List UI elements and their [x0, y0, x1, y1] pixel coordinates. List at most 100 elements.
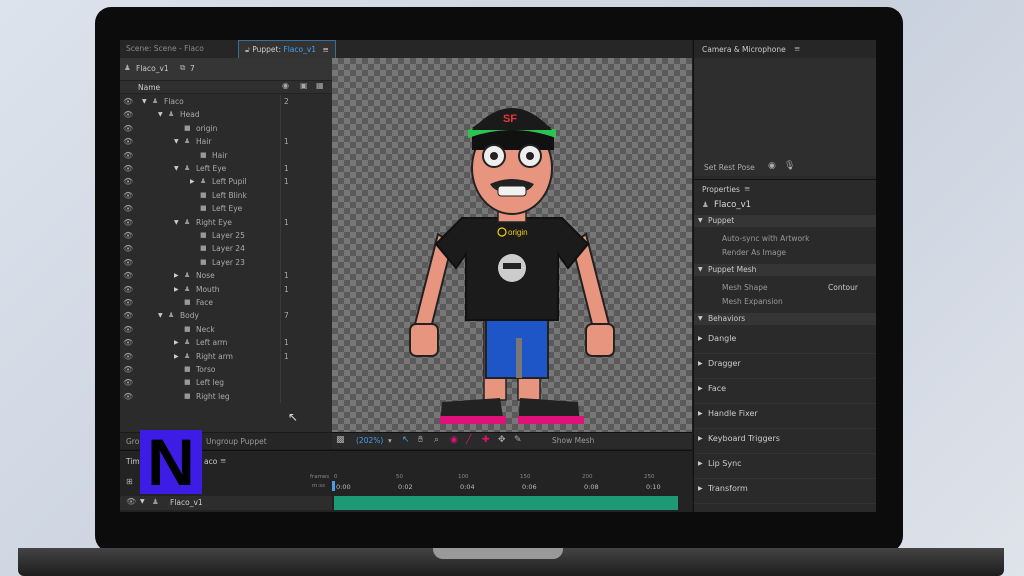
layer-row[interactable]: 👁︎ ▶ ♟ Nose 1 [120, 269, 332, 283]
layer-row[interactable]: 👁︎ ■ Layer 24 [120, 242, 332, 256]
visibility-eye-icon[interactable]: 👁︎ [123, 336, 133, 349]
puppet-canvas[interactable]: SF origin [332, 58, 692, 432]
visibility-eye-icon[interactable]: 👁︎ [123, 323, 133, 336]
visibility-eye-icon[interactable]: 👁︎ [123, 216, 133, 229]
layer-row[interactable]: 👁︎ ▶ ♟ Left arm 1 [120, 336, 332, 350]
show-mesh-toggle[interactable]: Show Mesh [552, 436, 594, 445]
properties-menu-icon[interactable]: ≡ [744, 184, 750, 193]
behavior-item[interactable]: ▶ Transform [694, 479, 876, 504]
visibility-eye-icon[interactable]: 👁︎ [123, 309, 133, 322]
layer-row[interactable]: 👁︎ ■ Right leg [120, 389, 332, 404]
set-rest-pose-button[interactable]: Set Rest Pose [704, 163, 755, 172]
expand-down-icon[interactable]: ▼ [158, 309, 163, 322]
origin-column-icon[interactable]: ◉ [282, 81, 289, 90]
playhead[interactable] [332, 481, 335, 491]
layer-row[interactable]: 👁︎ ■ Hair [120, 148, 332, 162]
expand-right-icon[interactable]: ▶ [174, 350, 179, 363]
layer-row[interactable]: 👁︎ ■ Left leg [120, 376, 332, 390]
section-behaviors[interactable]: ▼ Behaviors [694, 313, 876, 325]
layer-row[interactable]: 👁︎ ▶ ♟ Mouth 1 [120, 282, 332, 296]
visibility-eye-icon[interactable]: 👁︎ [123, 122, 133, 135]
behavior-item[interactable]: ▶ Handle Fixer [694, 404, 876, 429]
visibility-eye-icon[interactable]: 👁︎ [123, 242, 133, 255]
hand-tool-icon[interactable]: ✋︎ [418, 435, 423, 445]
layer-row[interactable]: 👁︎ ■ Layer 25 [120, 229, 332, 243]
checkerboard-toggle-icon[interactable]: ▩ [336, 435, 345, 445]
layer-row[interactable]: 👁︎ ■ origin [120, 121, 332, 136]
visibility-eye-icon[interactable]: 👁︎ [123, 202, 133, 215]
tab-scene[interactable]: Scene: Scene - Flaco [120, 40, 210, 58]
visibility-eye-icon[interactable]: 👁︎ [123, 256, 133, 269]
zoom-dropdown-icon[interactable]: ▾ [388, 436, 392, 445]
layer-row[interactable]: 👁︎ ■ Left Eye [120, 202, 332, 216]
section-puppet[interactable]: ▼ Puppet [694, 215, 876, 227]
behavior-item[interactable]: ▶ Dangle [694, 329, 876, 354]
timeline-menu-icon[interactable]: ≡ [220, 456, 226, 465]
pin-tool-icon[interactable]: ✚ [482, 435, 490, 445]
behavior-item[interactable]: ▶ Face [694, 379, 876, 404]
microphone-icon[interactable]: 🎙︎ [784, 161, 795, 171]
expand-down-icon[interactable]: ▼ [142, 95, 147, 108]
expand-right-icon[interactable]: ▶ [174, 269, 179, 282]
mesh-shape-select[interactable]: Contour [828, 283, 858, 292]
visibility-eye-icon[interactable]: 👁︎ [123, 269, 133, 282]
layer-row[interactable]: 👁︎ ▼ ♟ Right Eye 1 [120, 215, 332, 229]
track-visibility-icon[interactable]: 👁︎ [126, 497, 136, 506]
visibility-eye-icon[interactable]: 👁︎ [123, 283, 133, 296]
visibility-eye-icon[interactable]: 👁︎ [123, 350, 133, 363]
layer-row[interactable]: 👁︎ ▶ ♟ Right arm 1 [120, 349, 332, 363]
visibility-eye-icon[interactable]: 👁︎ [123, 108, 133, 121]
expand-down-icon[interactable]: ▼ [174, 216, 179, 229]
expand-right-icon[interactable]: ▶ [190, 175, 195, 188]
visibility-eye-icon[interactable]: 👁︎ [123, 390, 133, 403]
visibility-eye-icon[interactable]: 👁︎ [123, 376, 133, 389]
group-button[interactable]: Gro [126, 437, 139, 446]
visibility-eye-icon[interactable]: 👁︎ [123, 162, 133, 175]
panel-menu-icon[interactable]: ≡ [322, 45, 328, 54]
track-expand-icon[interactable]: ▼ [140, 498, 145, 505]
render-as-image-option[interactable]: Render As Image [722, 248, 786, 257]
layer-row[interactable]: 👁︎ ■ Layer 23 [120, 255, 332, 270]
visibility-eye-icon[interactable]: 👁︎ [123, 95, 133, 108]
track-bar[interactable] [334, 496, 678, 510]
visibility-eye-icon[interactable]: 👁︎ [123, 135, 133, 148]
dragger-tool-icon[interactable]: ✥ [498, 435, 506, 445]
layer-row[interactable]: 👁︎ ■ Left Blink [120, 188, 332, 203]
auto-sync-option[interactable]: Auto-sync with Artwork [722, 234, 809, 243]
stick-tool-icon[interactable]: ╱ [466, 435, 471, 445]
camera-menu-icon[interactable]: ≡ [794, 44, 800, 53]
grid-column-icon[interactable]: ▦ [316, 81, 324, 90]
layer-row[interactable]: 👁︎ ▼ ♟ Body 7 [120, 309, 332, 323]
section-puppet-mesh[interactable]: ▼ Puppet Mesh [694, 264, 876, 276]
expand-down-icon[interactable]: ▼ [174, 135, 179, 148]
visibility-eye-icon[interactable]: 👁︎ [123, 149, 133, 162]
visibility-eye-icon[interactable]: 👁︎ [123, 175, 133, 188]
tab-puppet[interactable]: 🔓︎ Puppet: Flaco_v1 ≡ [238, 40, 336, 58]
layer-row[interactable]: 👁︎ ▼ ♟ Flaco 2 [120, 95, 332, 109]
behavior-item[interactable]: ▶ Keyboard Triggers [694, 429, 876, 454]
expand-right-icon[interactable]: ▶ [174, 336, 179, 349]
name-column[interactable]: Name [138, 83, 160, 92]
zoom-tool-icon[interactable]: ⌕ [434, 435, 439, 445]
layer-row[interactable]: 👁︎ ▶ ♟ Left Pupil 1 [120, 175, 332, 189]
layer-row[interactable]: 👁︎ ■ Face [120, 296, 332, 310]
expand-down-icon[interactable]: ▼ [174, 162, 179, 175]
layer-row[interactable]: 👁︎ ▼ ♟ Left Eye 1 [120, 162, 332, 176]
zoom-level[interactable]: (202%) [356, 436, 383, 445]
behavior-item[interactable]: ▶ Lip Sync [694, 454, 876, 479]
camera-column-icon[interactable]: ▣ [300, 81, 308, 90]
visibility-eye-icon[interactable]: 👁︎ [123, 296, 133, 309]
visibility-eye-icon[interactable]: 👁︎ [123, 229, 133, 242]
layer-row[interactable]: 👁︎ ■ Torso [120, 363, 332, 377]
brush-tool-icon[interactable]: ✎ [514, 435, 522, 445]
visibility-eye-icon[interactable]: 👁︎ [123, 189, 133, 202]
webcam-icon[interactable]: ◉ [768, 161, 776, 171]
layer-row[interactable]: 👁︎ ▼ ♟ Head [120, 108, 332, 122]
layer-row[interactable]: 👁︎ ▼ ♟ Hair 1 [120, 135, 332, 149]
layer-row[interactable]: 👁︎ ■ Neck [120, 322, 332, 337]
expand-right-icon[interactable]: ▶ [174, 283, 179, 296]
expand-down-icon[interactable]: ▼ [158, 108, 163, 121]
ungroup-puppet-button[interactable]: Ungroup Puppet [206, 437, 267, 446]
behavior-item[interactable]: ▶ Dragger [694, 354, 876, 379]
timeline-options-icon[interactable]: ⊞ [126, 477, 133, 486]
